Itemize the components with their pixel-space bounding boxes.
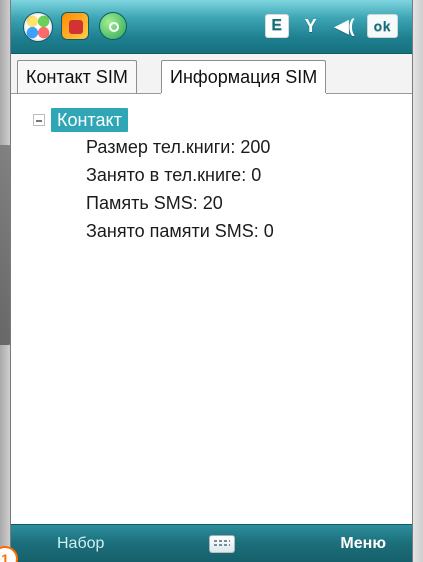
- softkey-left-label: Набор: [57, 534, 105, 552]
- tree-item-phonebook-size: Размер тел.книги: 200: [86, 137, 271, 157]
- softkey-right-label: Меню: [340, 534, 386, 552]
- softkey-right[interactable]: Меню: [340, 535, 386, 553]
- screenshot-stage: E Y ◀( ok Контакт SIM Информация SIM Кон…: [0, 0, 423, 562]
- app-icon[interactable]: [61, 12, 89, 40]
- tree-items: Размер тел.книги: 200 Занято в тел.книге…: [86, 136, 274, 242]
- tree-item-sms-memory: Память SMS: 20: [86, 193, 223, 213]
- content-area: Контакт Размер тел.книги: 200 Занято в т…: [11, 94, 412, 524]
- tree-root-label[interactable]: Контакт: [51, 108, 128, 132]
- tree-root[interactable]: Контакт: [33, 108, 128, 132]
- tree-item-phonebook-used: Занято в тел.книге: 0: [86, 165, 262, 185]
- tab-contact-sim[interactable]: Контакт SIM: [17, 60, 137, 94]
- ok-button-label: ok: [373, 18, 391, 34]
- e-indicator-icon: E: [264, 14, 289, 38]
- softkey-bar: Набор Меню: [11, 524, 412, 562]
- tree-item-sms-used: Занято памяти SMS: 0: [86, 221, 274, 241]
- title-bar: E Y ◀( ok: [11, 0, 412, 54]
- softkey-left[interactable]: Набор: [57, 535, 104, 553]
- ok-button[interactable]: ok: [366, 14, 398, 38]
- tab-bar: Контакт SIM Информация SIM: [11, 54, 412, 95]
- volume-text: ◀(: [334, 15, 355, 36]
- corner-badge-text: 1: [1, 551, 9, 562]
- device-screen: E Y ◀( ok Контакт SIM Информация SIM Кон…: [10, 0, 413, 562]
- signal-text: Y: [304, 15, 317, 36]
- keyboard-icon[interactable]: [209, 534, 236, 553]
- tab-sim-info[interactable]: Информация SIM: [161, 60, 327, 95]
- tab-contact-sim-label: Контакт SIM: [26, 66, 128, 87]
- volume-icon[interactable]: ◀(: [333, 14, 357, 38]
- signal-icon: Y: [299, 14, 323, 38]
- status-indicators: E Y ◀( ok: [264, 12, 398, 40]
- tree-collapse-icon[interactable]: [33, 114, 45, 126]
- e-indicator-text: E: [271, 17, 282, 34]
- start-icon[interactable]: [23, 12, 53, 42]
- tab-sim-info-label: Информация SIM: [170, 67, 318, 87]
- app-icon[interactable]: [99, 12, 127, 40]
